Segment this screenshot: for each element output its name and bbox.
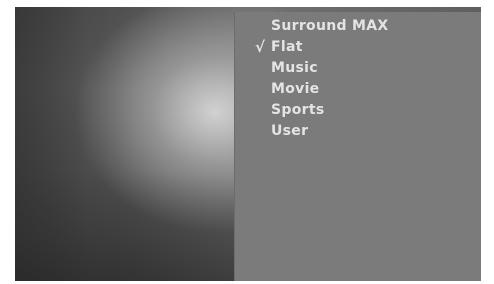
menu-item-movie[interactable]: Movie [235, 79, 481, 100]
menu-item-label: Sports [271, 102, 325, 118]
menu-item-sports[interactable]: Sports [235, 100, 481, 121]
menu-item-label: User [271, 123, 309, 139]
sound-mode-list: Surround MAX √ Flat Music Movie Sports U… [235, 16, 481, 142]
menu-item-label: Music [271, 60, 318, 76]
sound-mode-menu: Surround MAX √ Flat Music Movie Sports U… [234, 12, 481, 281]
menu-item-label: Movie [271, 81, 320, 97]
checkmark-icon: √ [255, 38, 266, 56]
menu-item-label: Flat [271, 39, 303, 55]
menu-item-surround-max[interactable]: Surround MAX [235, 16, 481, 37]
menu-item-label: Surround MAX [271, 18, 389, 34]
menu-item-flat[interactable]: √ Flat [235, 37, 481, 58]
tv-screen: Surround MAX √ Flat Music Movie Sports U… [15, 7, 481, 281]
menu-item-user[interactable]: User [235, 121, 481, 142]
menu-item-music[interactable]: Music [235, 58, 481, 79]
